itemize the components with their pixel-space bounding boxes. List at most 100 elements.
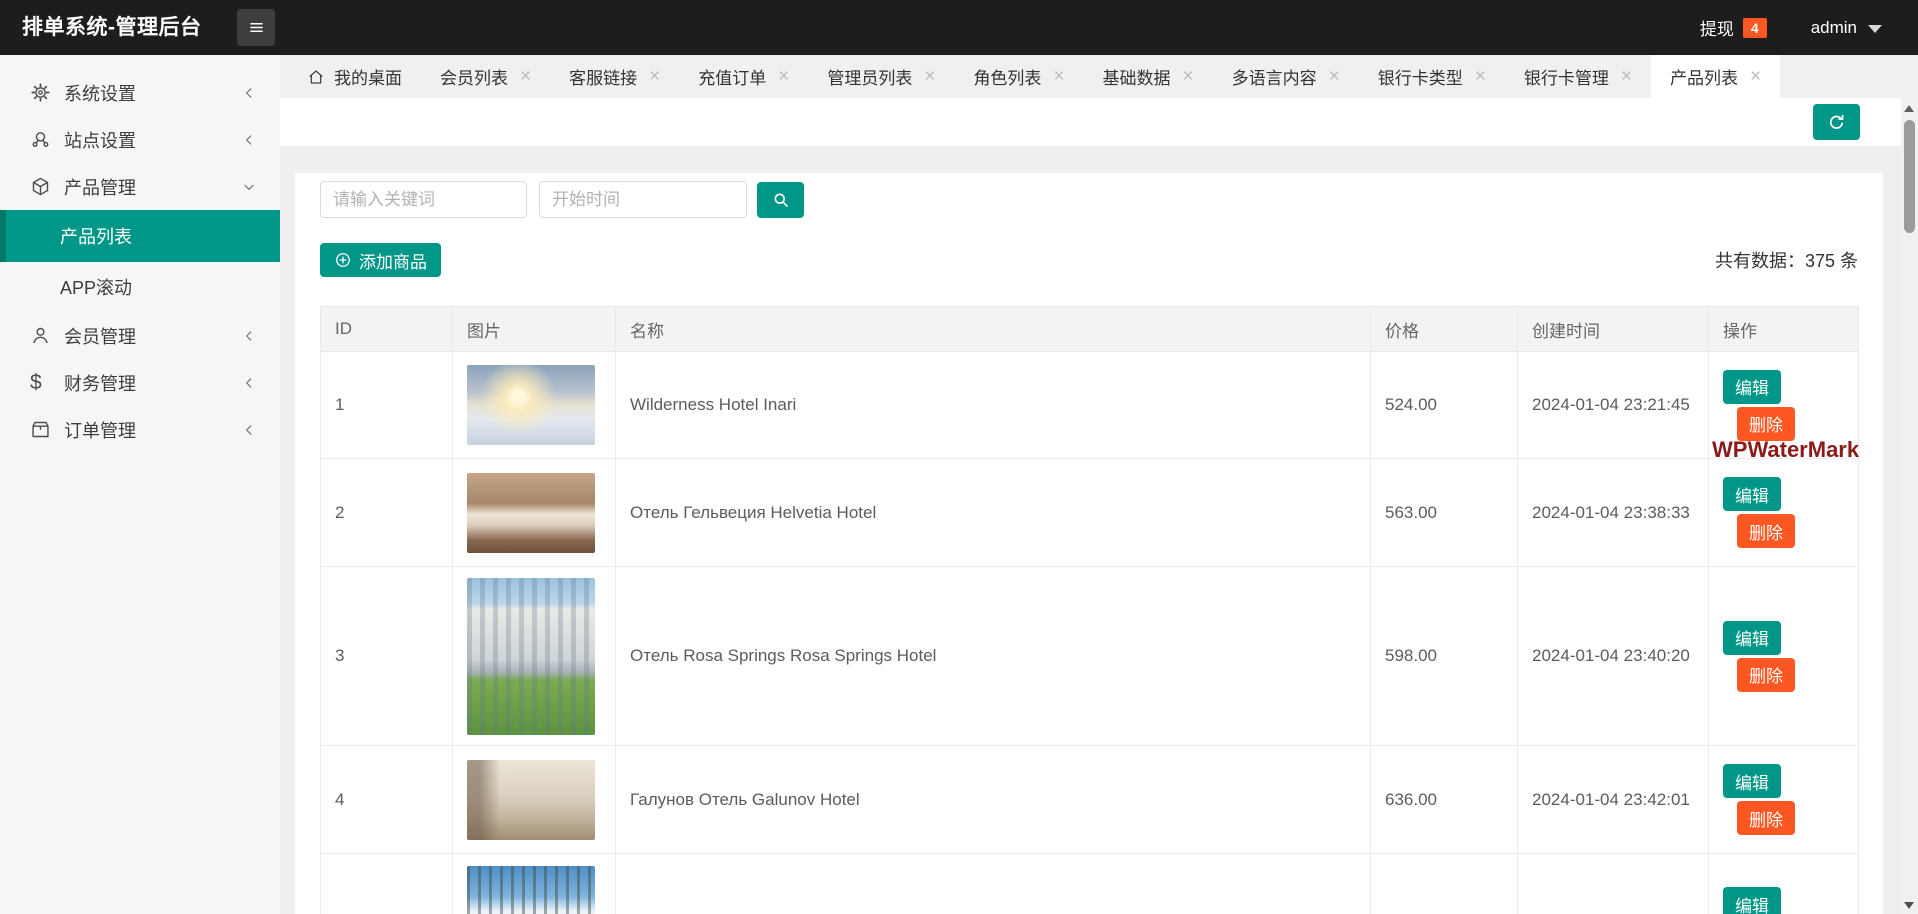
cell-created: 2024-01-04 23:42:01 <box>1517 745 1709 854</box>
start-time-input[interactable] <box>539 181 747 218</box>
cell-id: 2 <box>320 458 453 567</box>
tab[interactable]: 产品列表 × <box>1650 55 1781 98</box>
table-row: 编辑 删除 <box>320 853 1859 914</box>
tab-label: 管理员列表 <box>827 69 913 88</box>
product-image <box>467 577 595 735</box>
sidebar-item[interactable]: 会员管理 <box>0 312 280 359</box>
cell-image <box>452 458 616 567</box>
edit-button[interactable]: 编辑 <box>1723 620 1781 655</box>
app-title: 排单系统-管理后台 <box>22 16 202 39</box>
tab[interactable]: 银行卡管理 × <box>1505 55 1651 98</box>
tab[interactable]: 我的桌面 <box>288 55 421 98</box>
gear-icon <box>30 82 51 103</box>
scroll-down-arrow-icon[interactable] <box>1904 902 1914 909</box>
cell-image <box>452 745 616 854</box>
sidebar-item[interactable]: 产品列表 <box>0 210 280 262</box>
tab[interactable]: 多语言内容 × <box>1213 55 1359 98</box>
edit-button[interactable]: 编辑 <box>1723 369 1781 404</box>
delete-button[interactable]: 删除 <box>1737 657 1795 692</box>
cell-id <box>320 853 453 914</box>
tab[interactable]: 会员列表 × <box>421 55 550 98</box>
tab-close-icon[interactable]: × <box>778 67 789 86</box>
keyword-input[interactable] <box>320 181 527 218</box>
refresh-icon <box>1826 112 1847 133</box>
delete-button[interactable]: 删除 <box>1737 801 1795 835</box>
tab[interactable]: 管理员列表 × <box>808 55 954 98</box>
cell-actions: 编辑 删除 <box>1708 745 1859 854</box>
tab-label: 多语言内容 <box>1231 69 1317 88</box>
cell-actions: 编辑 删除 <box>1708 458 1859 567</box>
chevron-left-icon <box>242 423 256 437</box>
tab-label: 我的桌面 <box>334 69 402 88</box>
user-icon <box>30 325 51 346</box>
product-image <box>467 365 595 445</box>
col-header-name: 名称 <box>615 306 1371 352</box>
cell-price: 563.00 <box>1370 458 1518 567</box>
tab-label: 会员列表 <box>440 69 508 88</box>
tab-label: 银行卡类型 <box>1377 69 1463 88</box>
cell-id: 4 <box>320 745 453 854</box>
sidebar-item[interactable]: 产品管理 <box>0 163 280 210</box>
cell-image <box>452 351 616 459</box>
tab[interactable]: 基础数据 × <box>1084 55 1213 98</box>
sidebar: 系统设置 站点设置 产品管理 产品列表 APP滚动 会员管理 $ 财务管理 订单… <box>0 55 280 914</box>
cell-name: Галунов Отель Galunov Hotel <box>615 745 1371 854</box>
sidebar-item[interactable]: 订单管理 <box>0 406 280 453</box>
scroll-up-arrow-icon[interactable] <box>1904 105 1914 112</box>
add-product-button[interactable]: 添加商品 <box>320 243 441 277</box>
sidebar-item-label: 会员管理 <box>64 326 136 347</box>
tab-close-icon[interactable]: × <box>1750 67 1761 86</box>
tab-close-icon[interactable]: × <box>520 67 531 86</box>
watermark: WPWaterMark <box>1712 437 1860 462</box>
tab[interactable]: 银行卡类型 × <box>1359 55 1505 98</box>
col-header-price: 价格 <box>1370 306 1518 352</box>
topbar: 排单系统-管理后台 提现 4 admin <box>0 0 1918 55</box>
tab[interactable]: 客服链接 × <box>550 55 679 98</box>
search-button[interactable] <box>757 181 804 218</box>
sidebar-item-label: 系统设置 <box>64 83 136 104</box>
action-row: 添加商品 共有数据：375 条 <box>320 243 1858 277</box>
tab-label: 充值订单 <box>698 69 767 88</box>
tab[interactable]: 充值订单 × <box>679 55 808 98</box>
product-image <box>467 472 595 553</box>
tab[interactable]: 角色列表 × <box>954 55 1083 98</box>
sidebar-item-label: 产品列表 <box>60 227 132 247</box>
edit-button[interactable]: 编辑 <box>1723 764 1781 798</box>
withdraw-link[interactable]: 提现 <box>1700 15 1734 40</box>
cell-image <box>452 853 616 914</box>
refresh-button[interactable] <box>1813 104 1860 140</box>
col-header-actions: 操作 <box>1708 306 1859 352</box>
sidebar-item-label: 财务管理 <box>64 373 136 394</box>
tab-close-icon[interactable]: × <box>1183 67 1194 86</box>
hamburger-icon <box>247 18 266 37</box>
sidebar-item[interactable]: 站点设置 <box>0 116 280 163</box>
chevron-down-icon <box>1868 25 1882 33</box>
scrollbar-thumb[interactable] <box>1904 120 1915 233</box>
edit-button[interactable]: 编辑 <box>1723 477 1781 511</box>
tab-close-icon[interactable]: × <box>649 67 660 86</box>
edit-button[interactable]: 编辑 <box>1723 887 1781 914</box>
topbar-right: 提现 4 admin <box>1700 0 1882 55</box>
sidebar-item-label: 产品管理 <box>64 177 136 198</box>
delete-button[interactable]: 删除 <box>1737 406 1795 441</box>
delete-button[interactable]: 删除 <box>1737 514 1795 548</box>
content-viewport: 添加商品 共有数据：375 条 ID 图片 名称 价格 创建时间 操作 <box>280 98 1918 914</box>
sidebar-item[interactable]: 系统设置 <box>0 69 280 116</box>
sidebar-item[interactable]: APP滚动 <box>0 262 280 312</box>
withdraw-count-badge: 4 <box>1742 17 1767 38</box>
tab-close-icon[interactable]: × <box>1621 67 1632 86</box>
user-menu[interactable]: admin <box>1811 18 1857 38</box>
tab-close-icon[interactable]: × <box>924 67 935 86</box>
table-row: 4 Галунов Отель Galunov Hotel 636.00 202… <box>320 745 1859 854</box>
box-icon <box>30 419 51 440</box>
col-header-image: 图片 <box>452 306 616 352</box>
site-icon <box>30 129 51 150</box>
toolbar-strip <box>280 98 1901 146</box>
chevron-left-icon <box>242 86 256 100</box>
sidebar-item[interactable]: $ 财务管理 <box>0 359 280 406</box>
sidebar-item-label: APP滚动 <box>60 278 133 298</box>
sidebar-toggle-button[interactable] <box>237 9 275 46</box>
tab-close-icon[interactable]: × <box>1053 67 1064 86</box>
tab-close-icon[interactable]: × <box>1475 67 1486 86</box>
tab-close-icon[interactable]: × <box>1329 67 1340 86</box>
